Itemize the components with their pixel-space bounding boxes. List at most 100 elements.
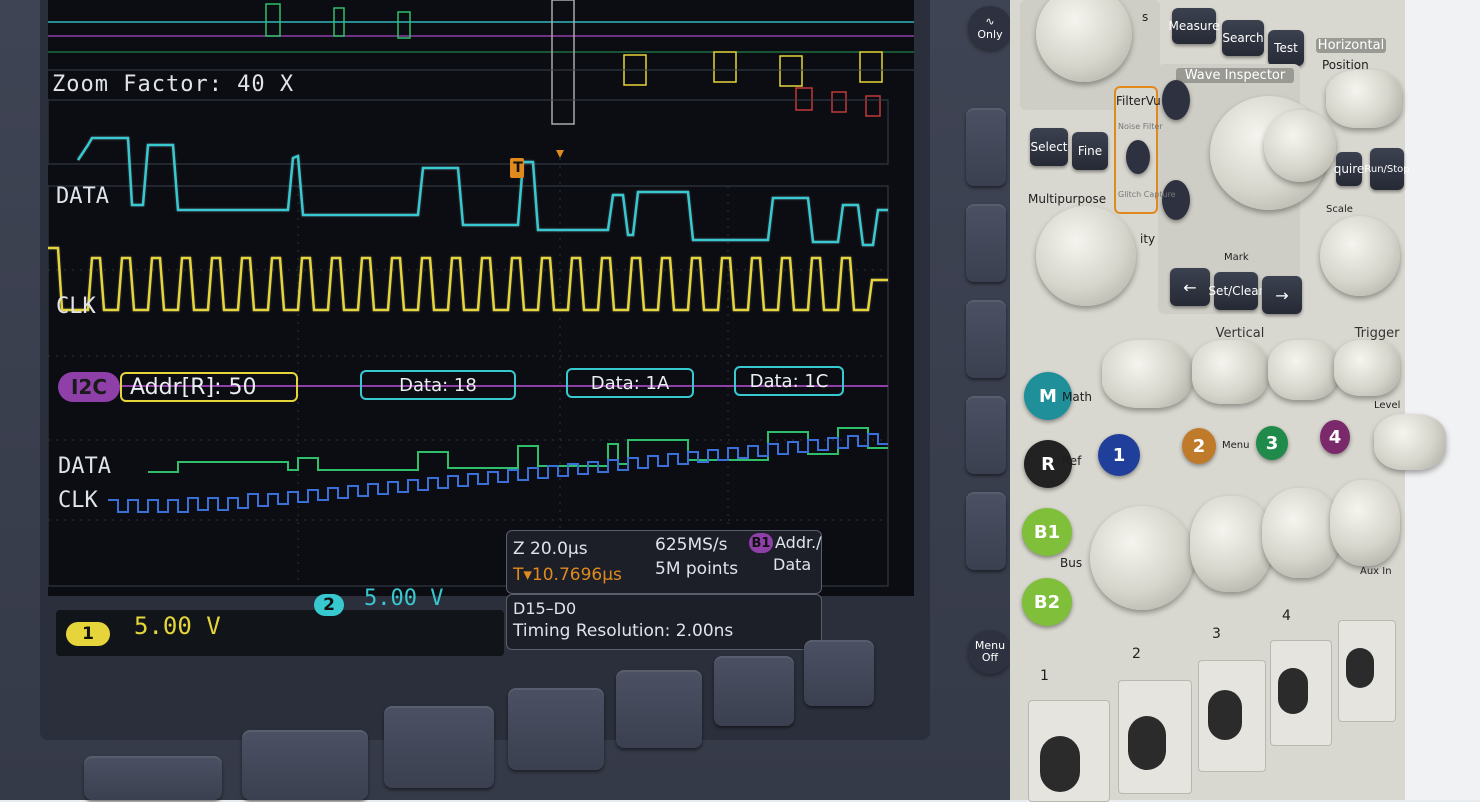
vertical-title: Vertical: [1215, 326, 1265, 341]
math-label: Math: [1062, 390, 1093, 404]
ch1-button[interactable]: 1: [1098, 434, 1140, 476]
side-softkey-3[interactable]: [966, 300, 1006, 378]
aux-bnc-connector[interactable]: [1346, 648, 1374, 688]
timing-resolution: Timing Resolution: 2.00ns: [513, 621, 734, 641]
fine-button[interactable]: Fine: [1072, 132, 1108, 170]
bottom-softkey-2[interactable]: [242, 730, 368, 800]
only-button[interactable]: ∿ Only: [968, 6, 1012, 50]
trigger-title: Trigger: [1354, 326, 1400, 341]
bottom-softkey-1[interactable]: [84, 756, 222, 800]
input-label-2: 2: [1132, 646, 1141, 662]
trigger-position: T▾10.7696µs: [513, 565, 622, 585]
ch2-bnc-connector[interactable]: [1128, 716, 1166, 770]
scale-label: Scale: [1326, 204, 1353, 215]
record-length: 5M points: [655, 559, 739, 579]
bus-b2-button[interactable]: B2: [1022, 578, 1072, 626]
ch3-position-knob[interactable]: [1268, 340, 1338, 400]
background: [1405, 0, 1480, 800]
bus-label: Bus: [1060, 556, 1083, 570]
side-softkey-4[interactable]: [966, 396, 1006, 474]
multipurpose-knob[interactable]: [1036, 206, 1136, 306]
sine-icon: ∿: [985, 15, 995, 28]
trigger-badge: T: [513, 160, 523, 176]
bottom-softkey-7[interactable]: [804, 640, 874, 706]
digital-readout: D15–D0 Timing Resolution: 2.00ns: [506, 594, 822, 650]
bottom-softkey-5[interactable]: [616, 670, 702, 748]
horizontal-title: Horizontal: [1316, 38, 1386, 53]
zoom-factor-label: Zoom Factor: 40 X: [52, 72, 295, 97]
ch2-button[interactable]: 2: [1182, 428, 1216, 464]
mark-prev-button[interactable]: ←: [1170, 268, 1210, 306]
channel-readout-bar: [56, 610, 504, 656]
measure-button[interactable]: Measure: [1169, 8, 1220, 44]
wave-inspector-next-button[interactable]: [1162, 180, 1190, 220]
horizontal-scale-knob[interactable]: [1320, 216, 1400, 296]
bus-packet-address: Addr[R]: 50: [120, 372, 298, 402]
ch3-bnc-connector[interactable]: [1208, 690, 1242, 740]
level-label: Level: [1374, 400, 1401, 411]
digital-clk-label: CLK: [58, 488, 98, 513]
set-clear-button[interactable]: Set/Clear: [1208, 272, 1264, 310]
arrow-right-icon: →: [1275, 285, 1289, 305]
analog-clk-label: CLK: [56, 294, 96, 319]
partial-label-ity: ity: [1140, 232, 1156, 246]
digital-data-label: DATA: [58, 454, 111, 479]
bus-decode-type-1: Addr./: [775, 533, 822, 552]
ch2-badge: 2: [314, 594, 344, 616]
bus-packet-data-1a: Data: 1A: [566, 368, 694, 398]
ch4-button[interactable]: 4: [1320, 420, 1350, 454]
bus-b1-badge: B1: [749, 533, 773, 553]
noise-filter-label: Noise Filter: [1118, 122, 1163, 131]
ch1-scale-knob[interactable]: [1090, 506, 1194, 610]
ch2-position-knob[interactable]: [1192, 340, 1268, 404]
bus-packet-data-1c: Data: 1C: [734, 366, 844, 396]
select-button[interactable]: Select: [1030, 128, 1068, 166]
multipurpose-label: Multipurpose: [1028, 192, 1107, 206]
menu-off-button[interactable]: Menu Off: [968, 630, 1012, 674]
ch1-bnc-connector[interactable]: [1040, 736, 1080, 792]
pan-inner-knob[interactable]: [1264, 110, 1336, 182]
bus-packet-data-18: Data: 18: [360, 370, 516, 400]
ch2-scale-knob[interactable]: [1190, 496, 1272, 592]
run-stop-button[interactable]: Run/Stop: [1364, 148, 1410, 190]
wave-inspector-title: Wave Inspector: [1176, 68, 1294, 83]
test-button[interactable]: Test: [1268, 30, 1304, 66]
ch3-scale-knob[interactable]: [1262, 488, 1340, 578]
mark-next-button[interactable]: →: [1262, 276, 1302, 314]
bus-b1-button[interactable]: B1: [1022, 508, 1072, 556]
bottom-softkey-4[interactable]: [508, 688, 604, 770]
ch1-position-knob[interactable]: [1102, 340, 1192, 408]
aux-in-label: Aux In: [1360, 566, 1392, 577]
ch3-button[interactable]: 3: [1256, 426, 1288, 460]
partial-label-s: s: [1142, 10, 1149, 24]
menu-label: Menu: [1222, 440, 1250, 451]
bottom-softkey-3[interactable]: [384, 706, 494, 788]
ch4-position-knob[interactable]: [1334, 340, 1400, 396]
digital-range: D15–D0: [513, 599, 577, 618]
glitch-capture-label: Glitch Capture: [1118, 190, 1176, 199]
side-softkey-1[interactable]: [966, 108, 1006, 186]
bus-tag-i2c: I2C: [58, 372, 120, 402]
sample-rate: 625MS/s: [655, 535, 728, 555]
ch4-bnc-connector[interactable]: [1278, 668, 1308, 714]
search-button[interactable]: Search: [1222, 20, 1264, 56]
arrow-left-icon: ←: [1183, 277, 1197, 297]
side-softkey-2[interactable]: [966, 204, 1006, 282]
timebase-readout: Z 20.0µs T▾10.7696µs 625MS/s 5M points B…: [506, 530, 822, 594]
bottom-softkey-6[interactable]: [714, 656, 794, 726]
input-label-1: 1: [1040, 668, 1049, 684]
wave-inspector-prev-button[interactable]: [1162, 80, 1190, 120]
ref-label: Ref: [1062, 454, 1082, 468]
ch4-scale-knob[interactable]: [1330, 480, 1400, 566]
filtervu-knob[interactable]: [1126, 140, 1150, 174]
ch1-badge: 1: [66, 622, 110, 646]
acquire-button[interactable]: quire: [1334, 152, 1364, 186]
bus-decode-type-2: Data: [773, 555, 812, 574]
ch2-scale: 5.00 V: [364, 586, 444, 611]
trigger-position-marker: [556, 150, 564, 158]
horizontal-position-knob[interactable]: [1326, 70, 1402, 128]
mark-label: Mark: [1224, 252, 1249, 263]
side-softkey-5[interactable]: [966, 492, 1006, 570]
trigger-level-knob[interactable]: [1374, 414, 1446, 470]
analog-data-label: DATA: [56, 184, 109, 209]
